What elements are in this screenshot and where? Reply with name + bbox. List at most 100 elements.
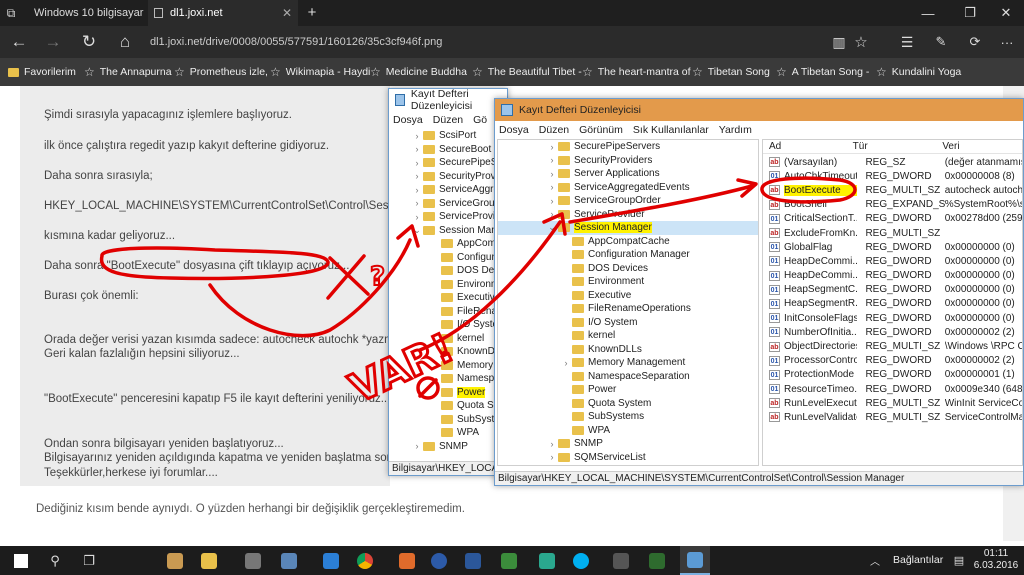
web-note-icon[interactable]: ✎ bbox=[924, 26, 958, 58]
word-icon[interactable] bbox=[458, 546, 488, 575]
media-icon[interactable] bbox=[392, 546, 422, 575]
chevron-right-icon[interactable]: › bbox=[546, 155, 558, 165]
tree-item[interactable]: › ServiceProvid bbox=[411, 210, 507, 224]
tree-item[interactable]: Namespa bbox=[411, 372, 507, 386]
chevron-down-icon[interactable]: ⌄ bbox=[411, 225, 423, 236]
value-row[interactable]: 01 HeapDeCommi... REG_DWORD 0x00000000 (0) bbox=[763, 269, 1022, 283]
tree-item[interactable]: SubSystems bbox=[498, 410, 758, 424]
tree-item[interactable]: I/O Syster bbox=[411, 318, 507, 332]
chevron-right-icon[interactable]: › bbox=[411, 158, 423, 168]
tree-item[interactable]: › ServiceGroupOrder bbox=[498, 194, 758, 208]
tree-item[interactable]: ⌄ Session Manager bbox=[498, 221, 758, 235]
tree-item[interactable]: › ServiceProvider bbox=[498, 208, 758, 222]
tree-item[interactable]: Environment bbox=[498, 275, 758, 289]
chevron-right-icon[interactable]: › bbox=[411, 185, 423, 195]
tree-item[interactable]: › SecurePipeSe bbox=[411, 156, 507, 170]
value-row[interactable]: 01 HeapSegmentC... REG_DWORD 0x00000000 (0) bbox=[763, 283, 1022, 297]
app-icon[interactable] bbox=[642, 546, 672, 575]
folder-icon[interactable] bbox=[194, 546, 224, 575]
key-tree[interactable]: › ScsiPort › SecureBoot › SecurePipeSe › Securi… bbox=[411, 129, 507, 458]
tree-item[interactable]: Configuration Manager bbox=[498, 248, 758, 262]
skype-icon[interactable] bbox=[566, 546, 596, 575]
value-row[interactable]: 01 AutoChkTimeout REG_DWORD 0x00000008 (8) bbox=[763, 169, 1022, 183]
tree-item[interactable]: Power bbox=[498, 383, 758, 397]
fav-item[interactable]: ☆ Medicine Buddha bbox=[370, 58, 467, 86]
tree-item[interactable]: NamespaceSeparation bbox=[498, 370, 758, 384]
app-icon[interactable] bbox=[532, 546, 562, 575]
chevron-right-icon[interactable]: › bbox=[546, 169, 558, 179]
menu-file[interactable]: Dosya bbox=[499, 124, 529, 136]
col-type[interactable]: Tür bbox=[853, 141, 943, 152]
key-tree[interactable]: › SecurePipeServers › SecurityProviders › Ser… bbox=[497, 139, 759, 466]
chevron-right-icon[interactable]: › bbox=[411, 144, 423, 154]
chevron-right-icon[interactable]: › bbox=[546, 182, 558, 192]
chevron-right-icon[interactable]: › bbox=[546, 439, 558, 449]
app-icon[interactable] bbox=[160, 546, 190, 575]
tree-item[interactable]: Executive bbox=[411, 291, 507, 305]
values-pane[interactable]: Ad Tür Veri ab (Varsayılan) REG_SZ (değer a… bbox=[762, 139, 1023, 466]
back-icon[interactable]: ← bbox=[2, 26, 36, 58]
tree-item[interactable]: FileRenameOperations bbox=[498, 302, 758, 316]
tree-item[interactable]: KnownDLL bbox=[411, 345, 507, 359]
value-row[interactable]: 01 GlobalFlag REG_DWORD 0x00000000 (0) bbox=[763, 240, 1022, 254]
fav-item[interactable]: ☆ The heart-mantra of bbox=[582, 58, 691, 86]
home-icon[interactable]: ⌂ bbox=[108, 26, 142, 58]
chevron-right-icon[interactable]: › bbox=[411, 131, 423, 141]
value-row[interactable]: ab RunLevelValidate REG_MULTI_SZ ServiceCon… bbox=[763, 410, 1022, 424]
tree-item[interactable]: › SNMP bbox=[498, 437, 758, 451]
menu-edit[interactable]: Düzen bbox=[433, 114, 463, 126]
tree-item[interactable]: Environm bbox=[411, 278, 507, 292]
tree-item[interactable]: › ServiceGroup bbox=[411, 197, 507, 211]
value-row[interactable]: 01 InitConsoleFlags REG_DWORD 0x00000000 (0… bbox=[763, 311, 1022, 325]
chevron-right-icon[interactable]: › bbox=[560, 358, 572, 368]
tree-item[interactable]: › ServiceAggre bbox=[411, 183, 507, 197]
browser-menu-icon[interactable]: ⧉ bbox=[0, 0, 22, 26]
fav-item[interactable]: ☆ Prometheus izle, bbox=[174, 58, 268, 86]
tree-item[interactable]: KnownDLLs bbox=[498, 343, 758, 357]
chevron-right-icon[interactable]: › bbox=[411, 198, 423, 208]
tree-item[interactable]: › SecureBoot bbox=[411, 143, 507, 157]
fav-item[interactable]: ☆ The Annapurna bbox=[84, 58, 172, 86]
menu-view[interactable]: Görünüm bbox=[579, 124, 623, 136]
tree-item[interactable]: AppComp bbox=[411, 237, 507, 251]
chevron-right-icon[interactable]: › bbox=[411, 212, 423, 222]
chevron-right-icon[interactable]: › bbox=[546, 142, 558, 152]
tree-item[interactable]: kernel bbox=[411, 332, 507, 346]
new-tab-button[interactable]: + bbox=[302, 0, 322, 26]
value-row[interactable]: 01 HeapSegmentR... REG_DWORD 0x00000000 (0) bbox=[763, 297, 1022, 311]
hub-icon[interactable]: ☰ bbox=[890, 26, 924, 58]
tree-item[interactable]: › Server Applications bbox=[498, 167, 758, 181]
tab-windows10[interactable]: Windows 10 bilgisayar kapa bbox=[22, 0, 146, 26]
regedit-taskbar-icon[interactable] bbox=[680, 546, 710, 575]
tree-item[interactable]: › SQMServiceList bbox=[498, 451, 758, 465]
value-row[interactable]: ab (Varsayılan) REG_SZ (değer atanmamış) bbox=[763, 155, 1022, 169]
tree-item[interactable]: FileRenam bbox=[411, 305, 507, 319]
share-icon[interactable]: ⟳ bbox=[958, 26, 992, 58]
fav-item[interactable]: ☆ The Beautiful Tibet - bbox=[472, 58, 582, 86]
value-row[interactable]: 01 ProtectionMode REG_DWORD 0x00000001 (1) bbox=[763, 368, 1022, 382]
fav-item[interactable]: ☆ Wikimapia - Haydi bbox=[270, 58, 370, 86]
value-row[interactable]: 01 NumberOfInitia... REG_DWORD 0x00000002 (… bbox=[763, 325, 1022, 339]
search-icon[interactable]: ⚲ bbox=[40, 546, 70, 575]
address-bar[interactable]: dl1.joxi.net/drive/0008/0055/577591/1601… bbox=[150, 33, 750, 51]
chrome-icon[interactable] bbox=[350, 546, 380, 575]
minimize-icon[interactable]: — bbox=[908, 0, 948, 26]
menu-help[interactable]: Yardım bbox=[719, 124, 752, 136]
value-row[interactable]: ab ObjectDirectories REG_MULTI_SZ \Windows … bbox=[763, 339, 1022, 353]
col-data[interactable]: Veri bbox=[942, 141, 1022, 152]
close-tab-icon[interactable]: ✕ bbox=[282, 6, 292, 20]
tree-item[interactable]: Memory M bbox=[411, 359, 507, 373]
value-row[interactable]: 01 ResourceTimeo... REG_DWORD 0x0009e340 (6… bbox=[763, 382, 1022, 396]
window-title-bar[interactable]: Kayıt Defteri Düzenleyicisi bbox=[389, 88, 507, 112]
fav-item[interactable]: ☆ Kundalini Yoga bbox=[876, 58, 961, 86]
tree-item[interactable]: Configur bbox=[411, 251, 507, 265]
tree-item[interactable]: DOS Devices bbox=[498, 262, 758, 276]
task-view-icon[interactable]: ❐ bbox=[74, 546, 104, 575]
favorite-star-icon[interactable]: ☆ bbox=[844, 26, 878, 58]
menu-edit[interactable]: Düzen bbox=[539, 124, 569, 136]
tree-item[interactable]: I/O System bbox=[498, 316, 758, 330]
refresh-icon[interactable]: ↻ bbox=[72, 26, 106, 58]
chevron-down-icon[interactable]: ⌄ bbox=[546, 222, 558, 233]
chevron-right-icon[interactable]: › bbox=[546, 196, 558, 206]
chevron-right-icon[interactable]: › bbox=[546, 209, 558, 219]
